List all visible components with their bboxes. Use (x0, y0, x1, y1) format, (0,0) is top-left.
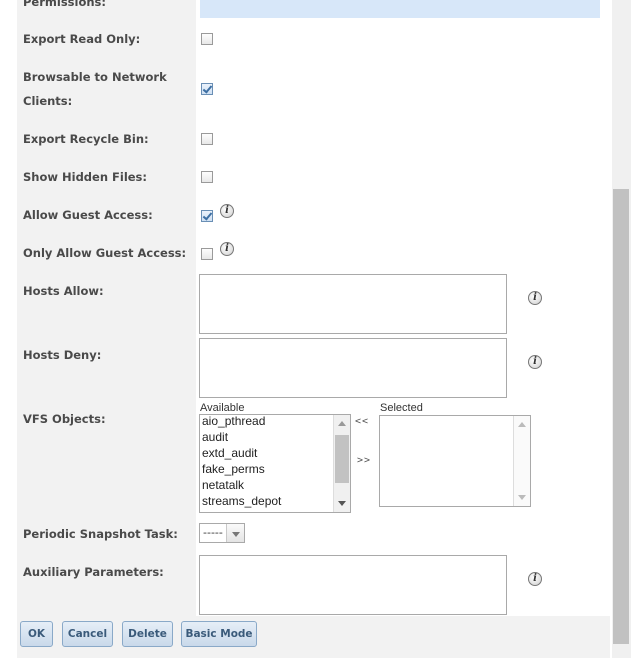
page-scroll-thumb[interactable] (613, 189, 629, 644)
vfs-objects-label: VFS Objects: (23, 412, 106, 426)
ok-button[interactable]: OK (20, 621, 53, 647)
auxiliary-parameters-textarea[interactable] (199, 555, 507, 615)
row-browsable: Browsable to Network Clients: (17, 58, 610, 122)
row-vfs-objects: VFS Objects: Available Selected aio_pthr… (17, 400, 610, 518)
permissions-label: Permissions: (23, 0, 106, 9)
vfs-selected-list[interactable] (379, 415, 531, 507)
scroll-down-arrow-icon[interactable] (518, 495, 526, 500)
hosts-deny-label: Hosts Deny: (23, 348, 102, 362)
auxiliary-parameters-label: Auxiliary Parameters: (23, 565, 164, 579)
vfs-selected-scrollbar[interactable] (513, 416, 530, 506)
page-scrollbar[interactable] (612, 0, 631, 658)
vfs-available-option[interactable]: fake_perms (200, 461, 350, 477)
row-hosts-deny: Hosts Deny: i (17, 336, 610, 402)
cancel-button[interactable]: Cancel (62, 621, 113, 647)
scroll-down-arrow-icon[interactable] (338, 501, 346, 506)
scroll-up-arrow-icon[interactable] (338, 421, 346, 426)
vfs-available-items: aio_pthread audit extd_audit fake_perms neta… (200, 415, 350, 509)
row-periodic-snapshot: Periodic Snapshot Task: ----- (17, 516, 610, 554)
vfs-selected-label: Selected (380, 402, 423, 414)
vfs-available-option[interactable]: aio_pthread (200, 415, 350, 429)
vfs-available-option[interactable]: extd_audit (200, 445, 350, 461)
vfs-available-option[interactable]: streams_depot (200, 493, 350, 509)
export-read-only-label: Export Read Only: (23, 32, 141, 46)
hosts-allow-label: Hosts Allow: (23, 284, 104, 298)
allow-guest-access-label: Allow Guest Access: (23, 208, 153, 222)
row-allow-guest-access: Allow Guest Access: i (17, 196, 610, 236)
export-read-only-checkbox[interactable] (201, 33, 213, 45)
browsable-label-line1: Browsable to Network (23, 70, 167, 84)
hosts-deny-info-icon[interactable]: i (528, 355, 542, 369)
row-permissions: Permissions: (17, 0, 610, 22)
only-allow-guest-access-info-icon[interactable]: i (220, 242, 234, 256)
hosts-allow-info-icon[interactable]: i (528, 291, 542, 305)
row-only-allow-guest-access: Only Allow Guest Access: i (17, 234, 610, 274)
export-recycle-bin-label: Export Recycle Bin: (23, 132, 149, 146)
scroll-thumb[interactable] (335, 435, 349, 483)
vfs-available-option[interactable]: netatalk (200, 477, 350, 493)
only-allow-guest-access-checkbox[interactable] (201, 248, 213, 260)
vfs-available-option[interactable]: audit (200, 429, 350, 445)
row-export-read-only: Export Read Only: (17, 20, 610, 60)
vfs-available-list[interactable]: aio_pthread audit extd_audit fake_perms neta… (199, 414, 351, 513)
chevron-down-icon[interactable] (226, 524, 244, 542)
row-hosts-allow: Hosts Allow: i (17, 272, 610, 338)
show-hidden-files-label: Show Hidden Files: (23, 170, 148, 184)
only-allow-guest-access-label: Only Allow Guest Access: (23, 246, 187, 260)
vfs-available-label: Available (200, 402, 245, 414)
vfs-available-scrollbar[interactable] (333, 415, 350, 512)
vfs-move-left-button[interactable]: << (355, 416, 369, 427)
vfs-move-right-button[interactable]: >> (357, 455, 371, 466)
row-show-hidden-files: Show Hidden Files: (17, 158, 610, 198)
row-auxiliary-parameters: Auxiliary Parameters: i (17, 552, 610, 618)
browsable-checkbox[interactable] (201, 83, 213, 95)
row-export-recycle-bin: Export Recycle Bin: (17, 120, 610, 160)
periodic-snapshot-label: Periodic Snapshot Task: (23, 527, 178, 541)
allow-guest-access-checkbox[interactable] (201, 210, 213, 222)
delete-button[interactable]: Delete (122, 621, 173, 647)
export-recycle-bin-checkbox[interactable] (201, 133, 213, 145)
permissions-widget[interactable] (200, 0, 600, 18)
browsable-label-line2: Clients: (23, 94, 73, 108)
basic-mode-button[interactable]: Basic Mode (181, 621, 257, 647)
auxiliary-parameters-info-icon[interactable]: i (528, 572, 542, 586)
periodic-snapshot-value: ----- (203, 526, 223, 539)
scroll-up-arrow-icon[interactable] (518, 422, 526, 427)
show-hidden-files-checkbox[interactable] (201, 171, 213, 183)
allow-guest-access-info-icon[interactable]: i (220, 204, 234, 218)
periodic-snapshot-select[interactable]: ----- (199, 523, 245, 543)
hosts-allow-textarea[interactable] (199, 274, 507, 334)
hosts-deny-textarea[interactable] (199, 338, 507, 398)
